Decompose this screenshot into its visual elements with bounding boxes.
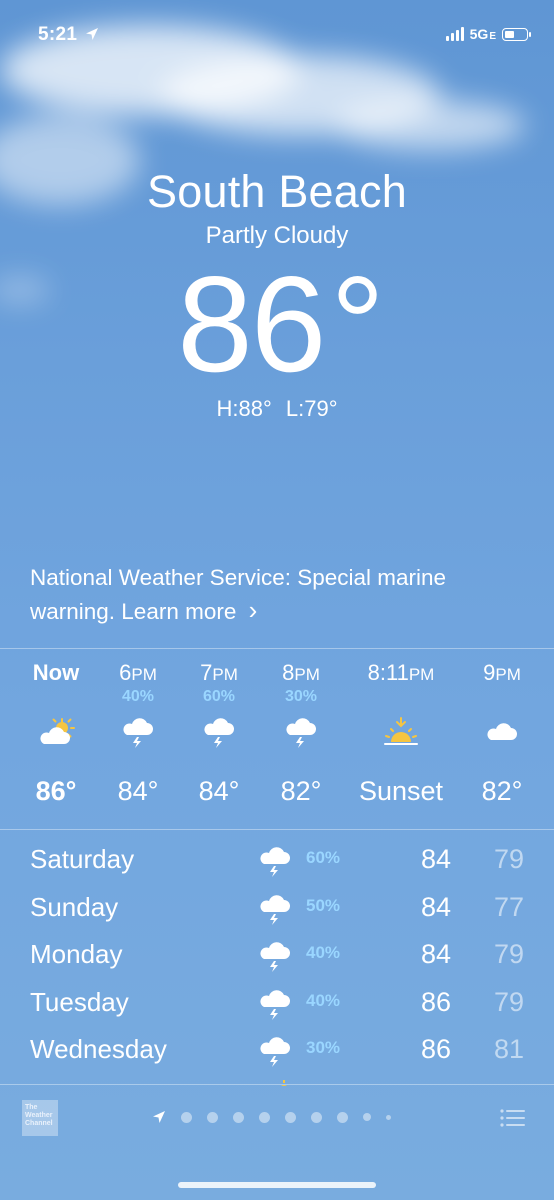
day-name: Tuesday [30,986,129,1017]
low-temp: 77 [493,891,524,922]
day-name: Saturday [30,844,135,874]
day-name: Monday [30,939,123,969]
hour-temperature: 84° [117,776,159,806]
high-temp: 84 [420,939,451,969]
precip-chance [457,688,547,710]
daily-row: Wednesday 30% 86 81 [0,1028,554,1076]
page-dot[interactable] [233,1111,244,1123]
precip-chance: 40% [306,990,341,1010]
page-dot[interactable] [337,1111,348,1123]
hour-temperature: 82° [481,776,523,806]
precip-chance: 40% [306,943,341,962]
hour-label: 9PM [483,660,521,685]
partly-sunny-icon [11,710,101,754]
clock-text: 5:21 [38,24,78,45]
alert-text: National Weather Service: Special marine… [30,565,447,624]
daily-row: Tuesday 40% 86 79 [0,981,554,1029]
precip-chance: 60% [202,688,236,705]
hour-label: 6PM [119,660,157,685]
precip-chance: 50% [306,895,341,915]
hourly-item: 8:11PM Sunset [346,660,456,807]
thunderstorm-icon [174,710,264,754]
thunderstorm-icon [258,939,292,978]
precip-chance: 30% [284,688,318,705]
high-temp: 86 [420,1034,451,1064]
day-name: Wednesday [30,1034,167,1064]
hour-temperature: 82° [280,776,322,806]
daily-row: Monday 40% 84 79 [0,933,554,981]
hourly-item: 8PM 30% 82° [256,660,346,807]
hour-label: 7PM [200,660,238,685]
page-dot[interactable] [386,1114,391,1120]
high-temp: 84 [420,891,451,922]
thunderstorm-icon [258,987,292,1026]
current-temperature: 86° [177,248,385,400]
thunderstorm-icon [258,1034,292,1073]
page-dot[interactable] [363,1113,371,1121]
hourly-forecast[interactable]: Now 86° 6PM 40% 84° 7PM 60% 84° 8PM 30% … [0,660,554,820]
status-indicators: 5GE [445,26,531,42]
precip-chance: 30% [306,1038,341,1057]
hour-temperature: 84° [198,776,240,806]
thunderstorm-icon [258,892,292,931]
page-indicator[interactable] [152,1110,391,1124]
sunset-icon [346,710,456,754]
daily-forecast[interactable]: Saturday 60% 84 79 Sunday 50% 84 77 Mond… [0,838,554,1086]
low-temp: 79 [493,844,524,874]
day-name: Sunday [30,891,119,922]
thunderstorm-icon [256,710,346,754]
hourly-item: Now 86° [11,660,101,807]
divider [0,1084,554,1085]
page-dot[interactable] [181,1111,192,1123]
hour-label: Now [32,660,80,685]
city-list-icon[interactable] [500,1108,526,1128]
page-dot[interactable] [259,1111,270,1123]
low-temp: 79 [493,939,524,969]
hourly-item: 9PM 82° [457,660,547,807]
current-location-icon[interactable] [152,1110,166,1124]
low-temp: 81 [493,1034,524,1064]
location-arrow-icon [85,28,98,40]
hour-label: 8:11PM [367,660,435,685]
thunderstorm-icon [93,710,183,754]
bottom-toolbar: The Weather Channel [0,1086,554,1200]
high-temp: 86 [420,986,451,1017]
cloud-icon [457,710,547,754]
hourly-item: 6PM 40% 84° [93,660,183,807]
network-type: 5GE [469,26,496,42]
high-low-temperature: H:88° L:79° [216,396,338,421]
daily-row: Sunday 50% 84 77 [0,886,554,934]
divider [0,648,554,649]
location-name: South Beach [147,166,407,217]
hour-label: 8PM [282,660,320,685]
cellular-signal-icon [445,27,464,41]
page-dot[interactable] [285,1111,296,1123]
daily-row: Saturday 60% 84 79 [0,838,554,886]
status-time: 5:21 [38,24,99,46]
high-temp: 84 [420,844,451,874]
precip-chance [11,688,101,710]
weather-channel-logo[interactable]: The Weather Channel [22,1100,58,1136]
hour-temperature: Sunset [358,776,444,806]
status-bar: 5:21 5GE [0,18,554,52]
precip-chance [346,688,456,710]
battery-icon [502,27,531,41]
low-temp: 79 [493,986,524,1017]
chevron-right-icon: › [248,595,258,625]
precip-chance: 60% [306,848,341,867]
precip-chance: 40% [121,688,155,705]
current-condition: Partly Cloudy [205,222,349,249]
divider [0,829,554,830]
thunderstorm-icon [258,844,292,883]
hourly-item: 7PM 60% 84° [174,660,264,807]
hour-temperature: 86° [35,776,77,806]
page-dot[interactable] [207,1111,218,1123]
home-indicator[interactable] [178,1182,376,1188]
page-dot[interactable] [311,1111,322,1123]
weather-alert-link[interactable]: National Weather Service: Special marine… [30,562,530,628]
